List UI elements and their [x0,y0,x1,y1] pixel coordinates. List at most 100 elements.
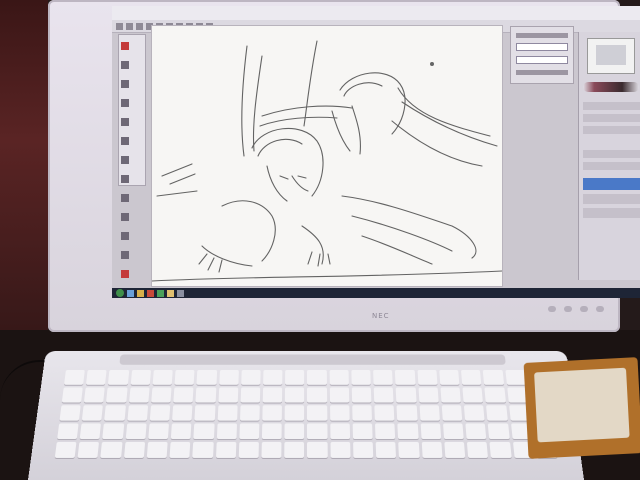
keyboard-key[interactable] [375,441,397,458]
taskbar-app-icon[interactable] [157,289,164,297]
keyboard-key[interactable] [215,441,237,458]
keyboard-key[interactable] [463,405,485,421]
keyboard-key[interactable] [398,441,420,458]
keyboard-key[interactable] [307,405,328,421]
keyboard-key[interactable] [169,441,191,458]
toolbar-button[interactable] [126,22,133,30]
keyboard-key[interactable] [373,387,394,403]
brush-size-slider[interactable] [583,102,640,110]
keyboard-key[interactable] [123,441,146,458]
keyboard-key[interactable] [261,441,282,458]
keyboard-key[interactable] [193,423,215,440]
keyboard-key[interactable] [465,423,487,440]
keyboard-key[interactable] [261,423,282,440]
keyboard-key[interactable] [84,387,106,403]
keyboard-key[interactable] [504,369,526,385]
layer-item[interactable] [583,194,640,204]
fill-icon[interactable] [121,118,129,126]
select-icon[interactable] [121,137,129,145]
keyboard-key[interactable] [396,387,417,403]
keyboard-key[interactable] [395,369,416,385]
toolbar-button[interactable] [136,22,143,30]
keyboard-key[interactable] [196,369,217,385]
keyboard-key[interactable] [102,423,124,440]
keyboard-key[interactable] [417,369,438,385]
keyboard-key[interactable] [151,387,172,403]
drawing-canvas[interactable] [151,26,503,286]
keyboard-key[interactable] [330,441,351,458]
keyboard-key[interactable] [352,423,373,440]
keyboard-key[interactable] [351,387,372,403]
keyboard-key[interactable] [192,441,214,458]
move-icon[interactable] [121,156,129,164]
keyboard-key[interactable] [351,369,371,385]
keyboard-key[interactable] [353,441,374,458]
keyboard-key[interactable] [421,441,443,458]
keyboard-key[interactable] [486,405,508,421]
keyboard-key[interactable] [307,423,328,440]
keyboard-key[interactable] [489,441,512,458]
keyboard-key[interactable] [238,441,259,458]
keyboard-key[interactable] [262,387,283,403]
keyboard-key[interactable] [483,369,504,385]
keyboard-key[interactable] [284,405,305,421]
layer-item-selected[interactable] [583,178,640,190]
toolbar-button[interactable] [116,22,123,30]
navigator-field[interactable] [516,56,568,64]
keyboard-key[interactable] [307,369,327,385]
navigator-field[interactable] [516,43,568,51]
keyboard-key[interactable] [442,423,464,440]
keyboard-key[interactable] [330,423,351,440]
keyboard-key[interactable] [57,423,79,440]
pen-icon[interactable] [121,61,129,69]
keyboard-key[interactable] [194,405,216,421]
keyboard-key[interactable] [262,405,283,421]
keyboard-key[interactable] [149,405,171,421]
keyboard-key[interactable] [441,405,463,421]
keyboard-key[interactable] [240,387,261,403]
keyboard-key[interactable] [128,387,150,403]
keyboard-key[interactable] [329,387,350,403]
density-slider[interactable] [583,126,640,134]
media-player-icon[interactable] [147,289,154,297]
keyboard-key[interactable] [217,405,238,421]
brush-icon[interactable] [121,99,129,107]
layer-item[interactable] [583,208,640,218]
keyboard-key[interactable] [263,369,283,385]
keyboard-key[interactable] [241,369,261,385]
keyboard-key[interactable] [444,441,466,458]
blend-mode-select[interactable] [583,150,640,158]
keyboard-key[interactable] [466,441,489,458]
keyboard-key[interactable] [172,405,193,421]
folder-icon[interactable] [137,289,144,297]
monitor-button[interactable] [564,306,572,312]
monitor-button[interactable] [580,306,588,312]
keyboard-key[interactable] [440,387,461,403]
keyboard-key[interactable] [218,369,239,385]
taskbar-app-icon[interactable] [177,289,184,297]
taskbar-app-icon[interactable] [167,289,174,297]
keyboard-key[interactable] [152,369,173,385]
keyboard-key[interactable] [108,369,129,385]
power-button[interactable] [596,306,604,312]
keyboard-key[interactable] [239,405,260,421]
keyboard-key[interactable] [130,369,151,385]
monitor-button[interactable] [548,306,556,312]
keyboard-key[interactable] [373,369,394,385]
eraser-icon[interactable] [121,80,129,88]
keyboard-key[interactable] [61,387,84,403]
keyboard-key[interactable] [439,369,460,385]
keyboard-key[interactable] [104,405,126,421]
keyboard-key[interactable] [420,423,442,440]
keyboard-key[interactable] [216,423,237,440]
keyboard-key[interactable] [352,405,373,421]
eyedropper-icon[interactable] [121,213,129,221]
keyboard-key[interactable] [284,441,305,458]
keyboard-key[interactable] [125,423,147,440]
keyboard-key[interactable] [77,441,100,458]
keyboard-key[interactable] [59,405,81,421]
foreground-color-icon[interactable] [121,270,129,278]
keyboard-key[interactable] [148,423,170,440]
hand-icon[interactable] [121,194,129,202]
keyboard-key[interactable] [329,405,350,421]
